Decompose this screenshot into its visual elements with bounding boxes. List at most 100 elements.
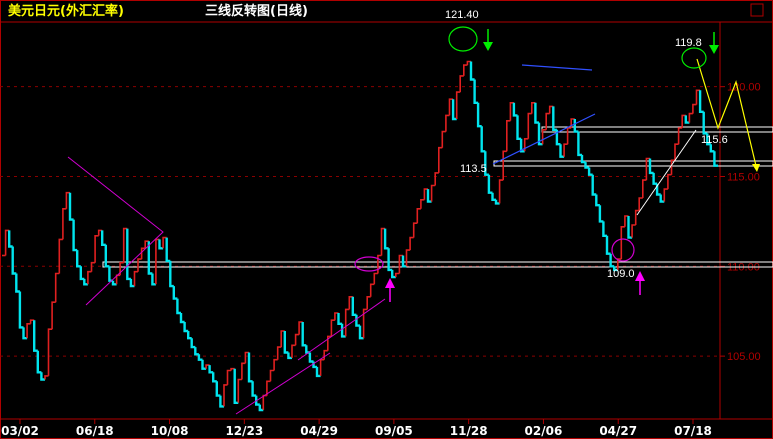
series-step-32	[115, 274, 121, 285]
series-step-49	[176, 298, 181, 315]
series-point-21	[76, 250, 81, 268]
series-step-62	[223, 384, 228, 407]
series-step-5	[18, 291, 24, 329]
series-point-102	[366, 296, 371, 310]
series-step-48	[172, 286, 178, 300]
series-step-70	[251, 381, 257, 397]
series-point-24	[87, 270, 92, 285]
series-point-146	[523, 138, 529, 152]
series-point-185	[663, 188, 668, 202]
series-point-167	[598, 205, 604, 223]
series-point-166	[595, 194, 600, 207]
series-point-127	[455, 91, 461, 119]
series-point-52	[187, 331, 192, 340]
series-step-86	[308, 352, 314, 363]
series-step-107	[383, 228, 389, 250]
buy-arrow-2	[635, 271, 645, 295]
x-tick-label-3: 12/23	[225, 424, 263, 438]
series-step-158	[566, 127, 572, 145]
series-step-173	[620, 226, 625, 260]
series-point-179	[642, 179, 647, 198]
series-point-75	[269, 369, 275, 382]
series-point-186	[667, 173, 672, 190]
series-step-25	[90, 261, 96, 272]
series-step-9	[33, 320, 38, 352]
series-step-189	[677, 127, 683, 145]
series-point-110	[395, 272, 400, 278]
series-step-160	[573, 119, 579, 133]
series-step-128	[459, 75, 464, 93]
series-step-186	[667, 173, 672, 190]
series-step-82	[294, 333, 300, 346]
series-step-76	[273, 358, 278, 371]
series-step-12	[44, 375, 49, 380]
series-step-4	[15, 273, 20, 293]
series-point-141	[506, 120, 511, 152]
x-tick-label-8: 04/27	[599, 424, 637, 438]
series-point-94	[337, 313, 343, 325]
series-step-110	[395, 272, 400, 278]
series-step-98	[351, 296, 357, 316]
series-step-2	[7, 230, 13, 248]
series-point-124	[445, 114, 450, 132]
series-step-137	[491, 192, 496, 201]
y-tick-label-3: 105.00	[727, 351, 761, 363]
series-point-157	[563, 143, 568, 157]
series-step-29	[104, 244, 110, 268]
series-step-195	[698, 90, 704, 113]
series-step-50	[179, 313, 185, 324]
series-point-28	[101, 230, 106, 246]
series-point-17	[62, 208, 67, 240]
series-step-141	[506, 120, 511, 152]
series-step-116	[416, 208, 421, 224]
series-point-30	[108, 266, 113, 282]
series-point-139	[498, 179, 504, 204]
series-step-134	[480, 126, 486, 153]
series-point-122	[438, 146, 443, 173]
series-step-53	[190, 338, 196, 349]
series-point-69	[247, 352, 253, 383]
series-step-58	[208, 365, 214, 374]
series-step-176	[631, 224, 636, 238]
series-point-22	[79, 266, 85, 281]
series-point-144	[516, 115, 522, 140]
series-step-20	[72, 219, 78, 252]
series-step-143	[512, 102, 518, 117]
series-point-117	[420, 199, 425, 209]
window-corner-button[interactable]	[750, 3, 764, 17]
series-step-161	[577, 131, 582, 157]
sell-arrow-2	[709, 32, 719, 54]
series-point-33	[119, 261, 124, 276]
chart-subtitle: 三线反转图(日线)	[205, 3, 308, 19]
series-step-24	[87, 270, 92, 285]
series-point-4	[15, 273, 20, 293]
series-step-59	[212, 372, 217, 383]
series-point-60	[215, 381, 221, 397]
series-step-169	[605, 235, 611, 255]
series-point-98	[351, 296, 357, 316]
series-point-160	[573, 119, 579, 133]
series-step-79	[283, 331, 289, 354]
series-point-63	[226, 369, 232, 385]
annotation-113-5: 113.5	[460, 163, 487, 175]
series-step-127	[455, 91, 461, 119]
series-step-182	[652, 172, 658, 185]
series-step-51	[183, 322, 189, 333]
annotation-119-8: 119.8	[675, 37, 702, 49]
series-step-165	[591, 174, 597, 196]
series-step-185	[663, 188, 668, 202]
series-step-14	[51, 301, 56, 330]
series-step-104	[373, 272, 378, 285]
series-point-193	[692, 103, 697, 114]
series-point-195	[698, 90, 704, 113]
series-point-131	[469, 61, 475, 81]
series-point-129	[463, 64, 468, 76]
series-step-73	[262, 394, 267, 410]
series-step-133	[476, 102, 482, 128]
series-step-120	[430, 184, 436, 202]
series-point-25	[90, 261, 96, 272]
series-point-9	[33, 320, 38, 352]
series-point-103	[369, 283, 375, 297]
series-step-28	[101, 230, 106, 246]
series-point-196	[702, 111, 708, 135]
